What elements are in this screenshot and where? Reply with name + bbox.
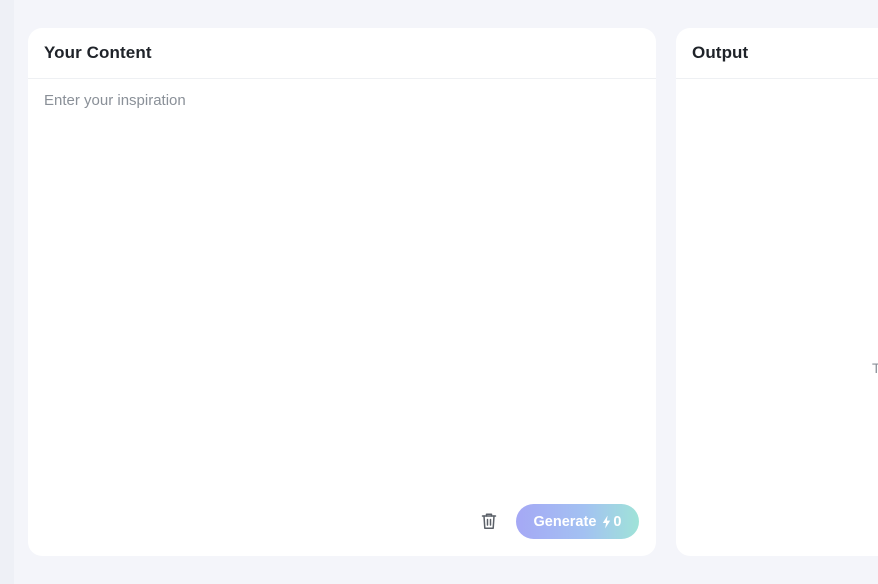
output-panel: Output T [676,28,878,556]
content-panel-title: Your Content [44,43,152,62]
app-edge [0,0,14,584]
credit-count: 0 [613,513,622,530]
content-panel-header: Your Content [28,28,656,79]
inspiration-input[interactable] [44,92,640,492]
output-panel-header: Output [676,28,878,79]
lightning-bolt-icon [602,515,611,529]
output-placeholder-text: T [872,360,878,376]
output-panel-title: Output [692,43,749,62]
generate-button[interactable]: Generate 0 [516,504,639,539]
clear-content-button[interactable] [479,510,499,532]
content-panel: Your Content Generate 0 [28,28,656,556]
generate-button-label: Generate [533,513,597,530]
trash-icon [481,513,497,529]
